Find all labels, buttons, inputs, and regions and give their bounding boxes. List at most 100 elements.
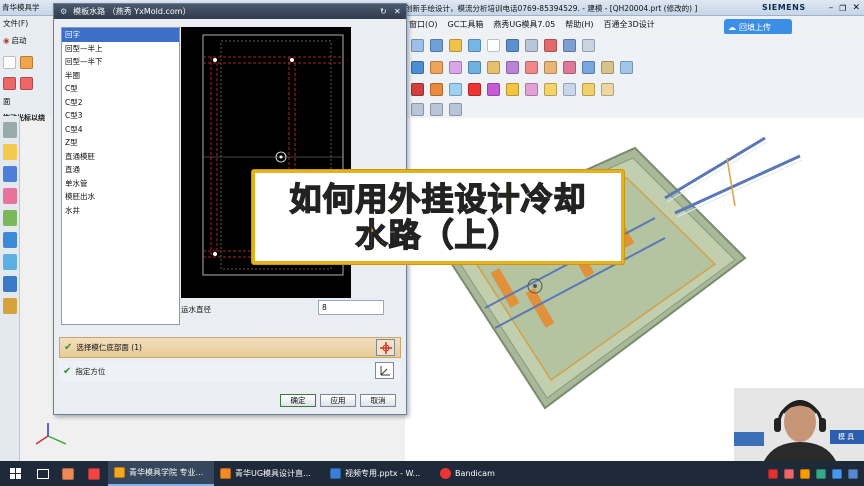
reuse-library-icon[interactable] <box>3 210 17 226</box>
toolbar-icon[interactable] <box>525 82 538 96</box>
start-menu[interactable]: ◉ 启动 <box>0 31 52 50</box>
toolbar-icon[interactable] <box>563 82 576 96</box>
dialog-close-icon[interactable]: ✕ <box>394 7 401 16</box>
windows-start-icon[interactable] <box>0 461 30 486</box>
list-item[interactable]: 回型—半下 <box>62 55 179 69</box>
toolbar-icon[interactable] <box>430 82 443 96</box>
menu-baitong[interactable]: 百通全3D设计 <box>603 19 654 30</box>
toolbar-icon[interactable] <box>563 60 576 74</box>
extrude-icon[interactable] <box>20 56 33 69</box>
toolbar-icon[interactable] <box>525 38 538 52</box>
app-pinned-icon[interactable] <box>82 461 108 486</box>
cancel-button[interactable]: 取消 <box>360 394 396 407</box>
toolbar-icon[interactable] <box>411 82 424 96</box>
face-select-icon[interactable] <box>376 339 395 356</box>
toolbar-icon[interactable] <box>487 82 500 96</box>
list-item[interactable]: 直通 <box>62 163 179 177</box>
toolbar-icon[interactable] <box>468 82 481 96</box>
list-item[interactable]: 直通模胚 <box>62 150 179 164</box>
upload-button[interactable]: ☁ 回填上传 <box>724 19 792 35</box>
toolbar-icon[interactable] <box>449 38 462 52</box>
line-icon[interactable] <box>3 77 16 90</box>
clock-icon[interactable] <box>3 276 17 292</box>
list-item[interactable]: 模胚出水 <box>62 190 179 204</box>
toolbar-icon[interactable] <box>487 38 500 52</box>
toolbar-icon[interactable] <box>430 102 443 116</box>
toolbar-icon[interactable] <box>468 60 481 74</box>
list-item[interactable]: Z型 <box>62 136 179 150</box>
tray-icon[interactable] <box>832 468 842 479</box>
toolbar-icon[interactable] <box>430 60 443 74</box>
list-item[interactable]: C型2 <box>62 96 179 110</box>
ok-button[interactable]: 确定 <box>280 394 316 407</box>
taskbar-app-bandicam[interactable]: Bandicam <box>434 461 534 486</box>
tray-icon[interactable] <box>784 468 794 479</box>
menu-help[interactable]: 帮助(H) <box>565 19 593 30</box>
list-item[interactable]: 半圈 <box>62 69 179 83</box>
toolbar-icon[interactable] <box>563 38 576 52</box>
toolbar-icon[interactable] <box>506 82 519 96</box>
close-icon[interactable]: ✕ <box>852 3 860 13</box>
arc-icon[interactable] <box>20 77 33 90</box>
diameter-input[interactable]: 8 <box>318 300 384 315</box>
toolbar-icon[interactable] <box>411 60 424 74</box>
list-item[interactable]: C型 <box>62 82 179 96</box>
toolbar-icon[interactable] <box>411 102 424 116</box>
tray-icon[interactable] <box>800 468 810 479</box>
menu-window[interactable]: 窗口(O) <box>409 19 438 30</box>
list-item[interactable]: C型4 <box>62 123 179 137</box>
gear-icon[interactable] <box>3 122 17 138</box>
toolbar-icon[interactable] <box>449 82 462 96</box>
web-browser-icon[interactable] <box>3 232 17 248</box>
channel-type-list[interactable]: 回字 回型—半上 回型—半下 半圈 C型 C型2 C型3 C型4 Z型 直通模胚… <box>61 27 180 325</box>
task-view-icon[interactable] <box>30 461 56 486</box>
list-item[interactable]: 回字 <box>62 28 179 42</box>
toolbar-icon[interactable] <box>525 60 538 74</box>
history-icon[interactable] <box>3 254 17 270</box>
toolbar-icon[interactable] <box>411 38 424 52</box>
taskbar-app-qinghua[interactable]: 青华模具学院 专业... <box>108 461 214 486</box>
csys-icon[interactable] <box>375 362 394 379</box>
toolbar-icon[interactable] <box>544 82 557 96</box>
toolbar-icon[interactable] <box>449 60 462 74</box>
list-item[interactable]: 回型—半上 <box>62 42 179 56</box>
toolbar-icon[interactable] <box>582 82 595 96</box>
toolbar-icon[interactable] <box>430 38 443 52</box>
tray-icon[interactable] <box>768 468 778 479</box>
select-core-bottom-face-row[interactable]: ✔ 选择模仁底部面 (1) <box>59 337 401 358</box>
toolbar-icon[interactable] <box>468 38 481 52</box>
toolbar-icon[interactable] <box>506 60 519 74</box>
list-item[interactable]: 水井 <box>62 204 179 218</box>
taskbar-app-pptx[interactable]: 视频专用.pptx - W... <box>324 461 434 486</box>
toolbar-icon[interactable] <box>487 60 500 74</box>
toolbar-icon[interactable] <box>449 102 462 116</box>
toolbar-icon[interactable] <box>582 60 595 74</box>
roles-icon[interactable] <box>3 298 17 314</box>
menu-gc-toolbox[interactable]: GC工具箱 <box>448 19 484 30</box>
toolbar-icon[interactable] <box>506 38 519 52</box>
minimize-icon[interactable]: – <box>829 3 834 13</box>
menu-yanxiu[interactable]: 燕秀UG模具7.05 <box>493 19 555 30</box>
assembly-icon[interactable] <box>3 144 17 160</box>
restore-icon[interactable]: ❐ <box>839 4 846 13</box>
toolbar-icon[interactable] <box>544 60 557 74</box>
reset-icon[interactable]: ↻ <box>380 7 387 16</box>
toolbar-icon[interactable] <box>601 82 614 96</box>
file-menu[interactable]: 文件(F) <box>0 16 52 31</box>
specify-orientation-row[interactable]: ✔ 指定方位 <box>59 361 401 382</box>
tray-icon[interactable] <box>848 468 858 479</box>
tray-icon[interactable] <box>816 468 826 479</box>
taskbar-app-ug-live[interactable]: 青华UG模具设计直... <box>214 461 324 486</box>
face-filter[interactable]: 面 <box>0 92 52 111</box>
toolbar-icon[interactable] <box>601 60 614 74</box>
apply-button[interactable]: 应用 <box>320 394 356 407</box>
toolbar-icon[interactable] <box>544 38 557 52</box>
list-item[interactable]: C型3 <box>62 109 179 123</box>
part-navigator-icon[interactable] <box>3 166 17 182</box>
toolbar-icon[interactable] <box>620 60 633 74</box>
constraint-icon[interactable] <box>3 188 17 204</box>
sketch-icon[interactable] <box>3 56 16 69</box>
list-item[interactable]: 单水管 <box>62 177 179 191</box>
toolbar-icon[interactable] <box>582 38 595 52</box>
app-pinned-icon[interactable] <box>56 461 82 486</box>
